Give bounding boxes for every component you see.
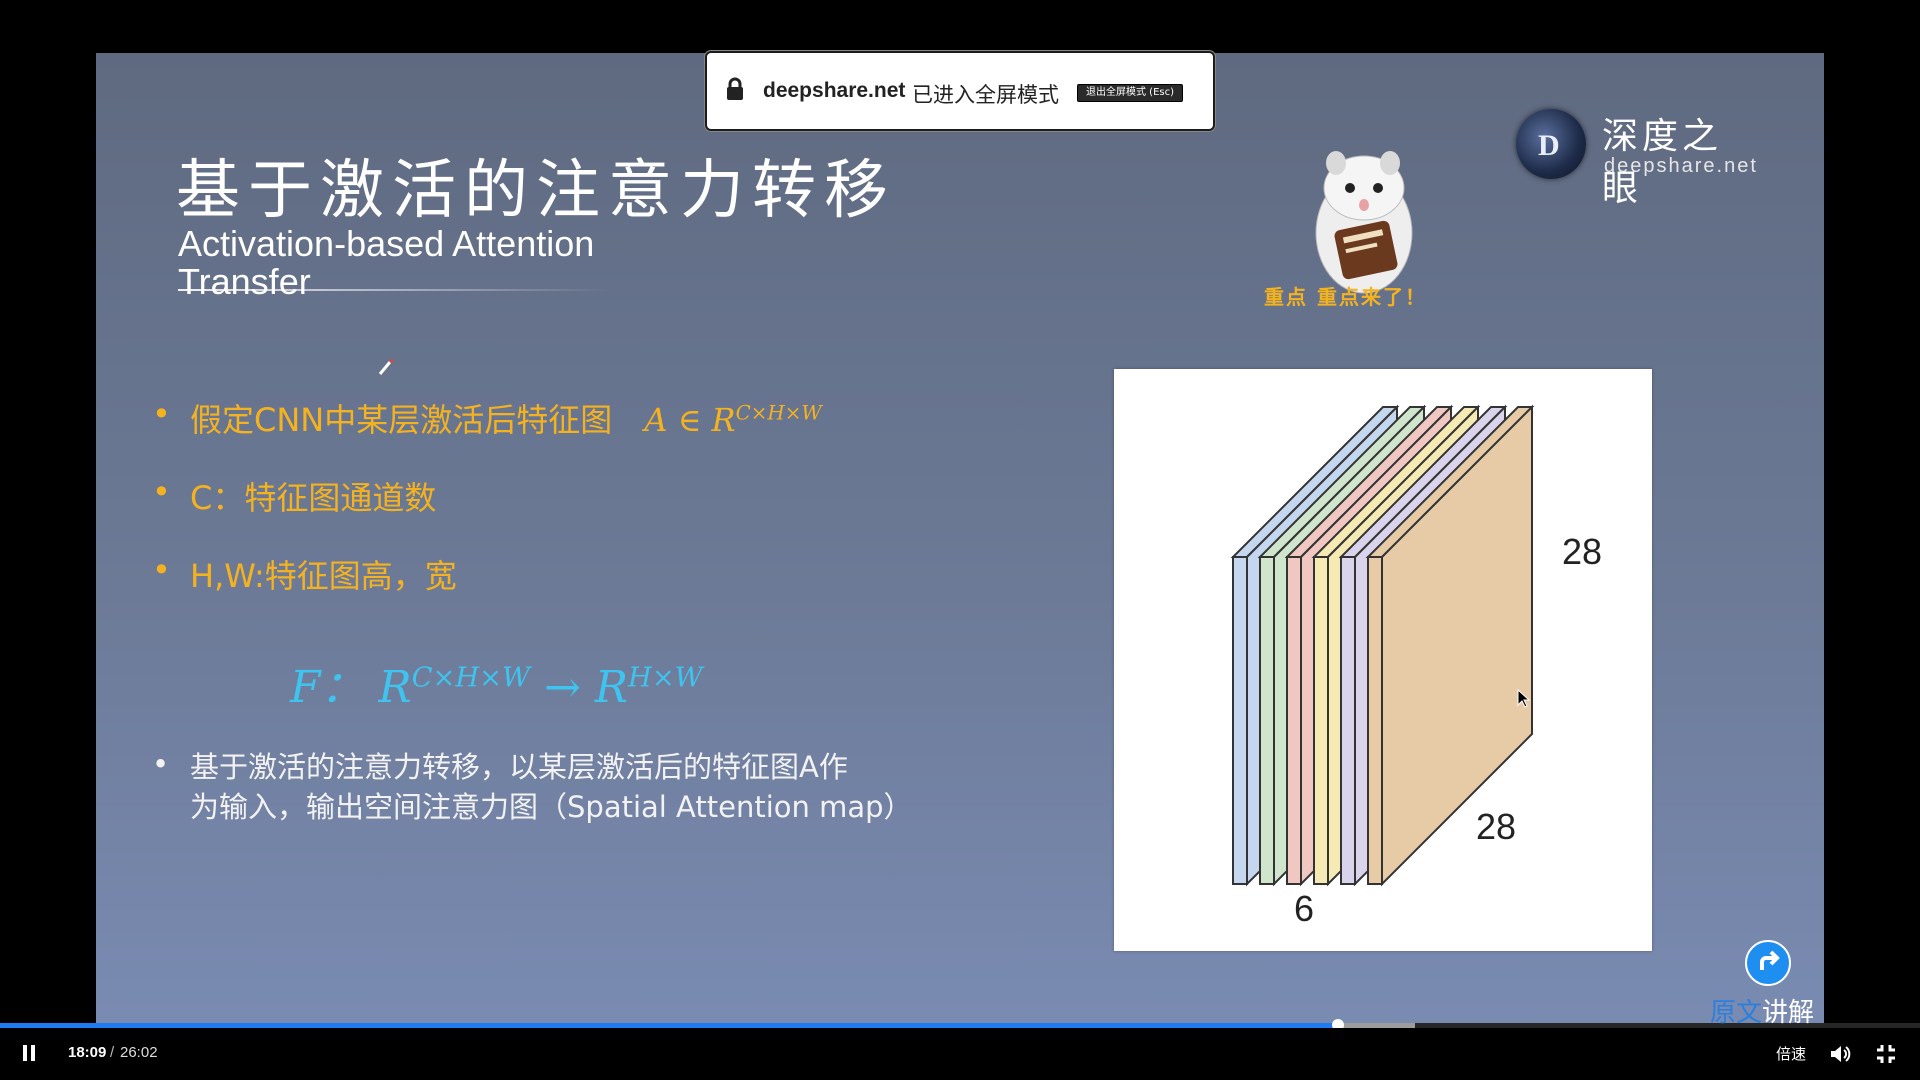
pen-cursor-icon (378, 358, 394, 375)
layer-1-front (1232, 556, 1248, 885)
speed-button[interactable]: 倍速 (1776, 1043, 1806, 1064)
exit-fullscreen-icon[interactable] (1876, 1044, 1896, 1064)
bullet-4-line-2: 为输入，输出空间注意力图（Spatial Attention map） (190, 790, 913, 824)
logo: D 深度之眼 deepshare.net (1516, 103, 1758, 209)
formula-domain: R (378, 662, 412, 713)
notice-message: 已进入全屏模式 (912, 83, 1059, 107)
logo-letter: D (1538, 129, 1560, 162)
slide: 基于激活的注意力转移 Activation-based Attention Tr… (96, 53, 1824, 1023)
hamster-mascot-icon (1315, 151, 1413, 294)
exit-fullscreen-button[interactable]: 退出全屏模式 (Esc) (1077, 84, 1184, 102)
bullet-4-text: 基于激活的注意力转移，以某层激活后的特征图A作 为输入，输出空间注意力图（Spa… (190, 747, 913, 827)
current-time: 18:09 (68, 1044, 107, 1061)
channel-label: 6 (1294, 888, 1314, 929)
layer-3-front (1286, 556, 1302, 885)
layer-5-front (1340, 556, 1356, 885)
feature-map-figure: 28 28 6 (1114, 369, 1652, 951)
bullet-4-line-1: 基于激活的注意力转移，以某层激活后的特征图A作 (190, 750, 848, 784)
formula-lhs: F： (290, 662, 365, 713)
bullet-dot: • (152, 747, 170, 781)
feature-map-diagram: 28 28 6 (1230, 404, 1602, 929)
notice-host: deepshare.net (763, 79, 906, 102)
formula-domain-sup: C×H×W (411, 662, 531, 694)
mouse-cursor-icon (1517, 689, 1531, 708)
height-label: 28 (1562, 531, 1602, 572)
bullet-1-label: 假定CNN中某层激活后特征图 (190, 401, 613, 439)
bullet-dot: • (152, 473, 171, 511)
title-underline (178, 289, 608, 291)
bullet-1-math: A ∈ RC×H×W (644, 401, 821, 439)
layer-2-front (1259, 556, 1275, 885)
bullet-dot: • (152, 551, 171, 589)
lock-icon (727, 77, 743, 100)
pause-icon[interactable] (21, 1044, 37, 1062)
slide-title: 基于激活的注意力转移 (176, 154, 896, 228)
layer-6-front (1367, 556, 1383, 885)
explain-button[interactable] (1745, 940, 1791, 986)
redirect-arrow-icon (1760, 950, 1780, 970)
formula: F： RC×H×W → RH×W (290, 651, 703, 715)
bullet-3-text: H,W:特征图高，宽 (190, 557, 457, 595)
logo-icon: D (1516, 109, 1586, 179)
width-label: 28 (1476, 806, 1516, 847)
formula-codomain-sup: H×W (628, 662, 703, 694)
layer-4-front (1313, 556, 1329, 885)
mascot-caption: 重点 重点来了！ (1264, 285, 1427, 309)
total-time: 26:02 (120, 1044, 158, 1061)
bullet-2-text: C：特征图通道数 (190, 479, 437, 517)
bullet-dot: • (152, 395, 171, 433)
bullet-1-math-base: A ∈ R (644, 401, 736, 439)
logo-url: deepshare.net (1604, 155, 1758, 177)
formula-codomain: R (594, 662, 629, 713)
time-separator: / (110, 1044, 115, 1061)
formula-arrow: → (544, 662, 581, 713)
bullet-1-math-sup: C×H×W (735, 401, 822, 425)
player-controls: 18:09 / 26:02 倍速 (0, 1028, 1920, 1080)
fullscreen-notice: deepshare.net 已进入全屏模式 退出全屏模式 (Esc) (705, 51, 1215, 131)
bullet-1-text: 假定CNN中某层激活后特征图 A ∈ RC×H×W (190, 395, 822, 441)
volume-icon[interactable] (1830, 1044, 1852, 1064)
